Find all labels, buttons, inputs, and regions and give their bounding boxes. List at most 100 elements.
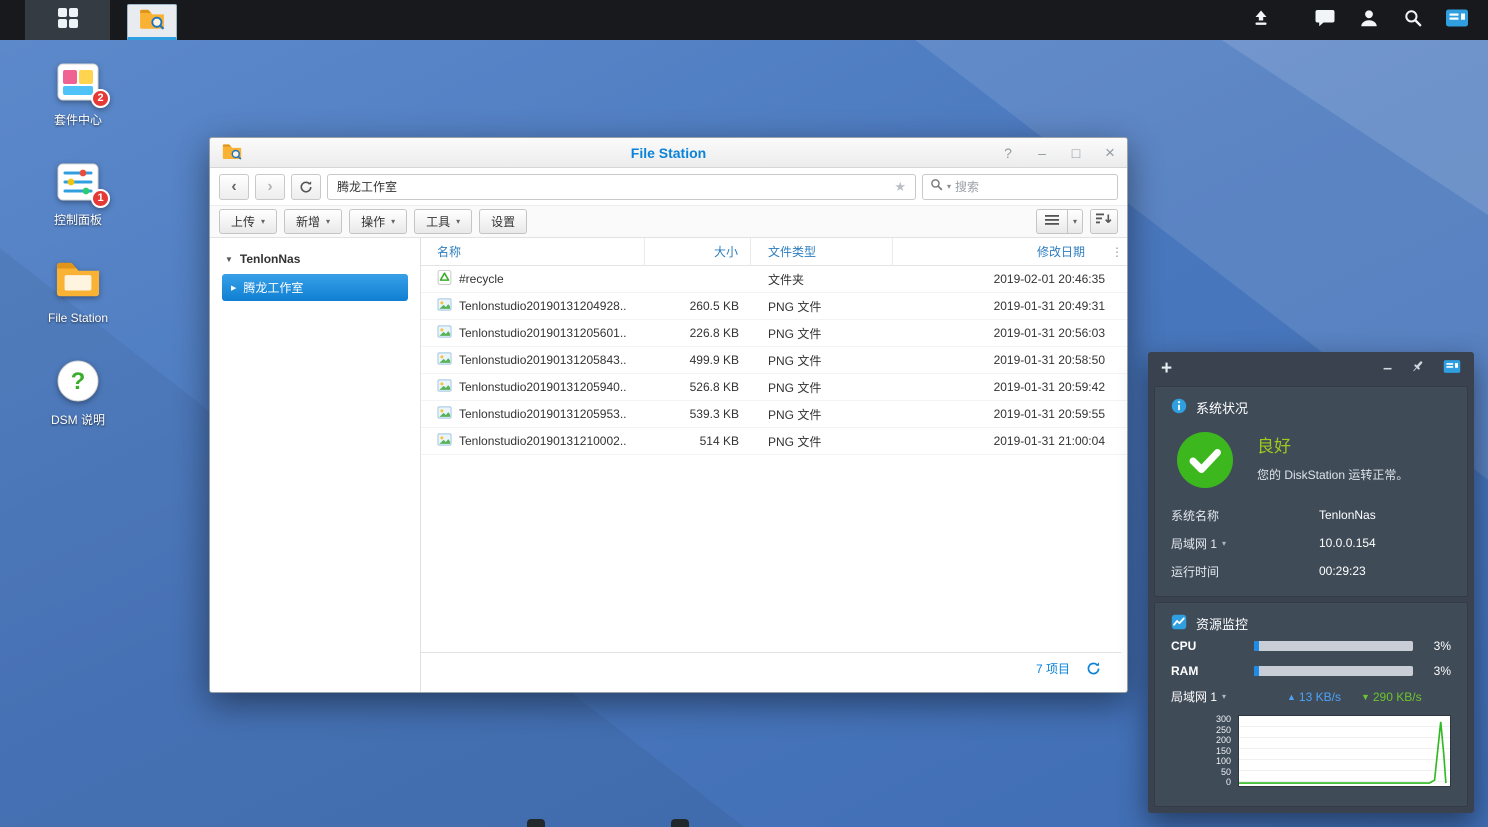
address-path-field[interactable]: 腾龙工作室 ★ <box>327 174 916 200</box>
cell-date: 2019-02-01 20:46:35 <box>893 272 1127 286</box>
cell-size: 260.5 KB <box>645 299 751 313</box>
widgets-panel-icon <box>1445 8 1469 33</box>
add-widget-icon[interactable]: + <box>1161 358 1172 380</box>
favorite-star-icon[interactable]: ★ <box>894 179 906 195</box>
file-name: #recycle <box>459 272 504 286</box>
main-menu-button[interactable] <box>25 0 110 40</box>
notifications-button[interactable] <box>1303 0 1347 40</box>
maximize-icon[interactable]: □ <box>1069 145 1083 161</box>
file-station-icon <box>222 143 242 165</box>
table-row[interactable]: #recycle 文件夹 2019-02-01 20:46:35 <box>421 266 1127 293</box>
health-status-block: 良好 您的 DiskStation 运转正常。 <box>1177 432 1451 493</box>
settings-button[interactable]: 设置 <box>479 209 527 234</box>
user-icon <box>1359 8 1379 33</box>
resource-monitor-title-row[interactable]: 资源监控 <box>1171 614 1451 633</box>
tools-button[interactable]: 工具 ▾ <box>414 209 472 234</box>
window-controls: ? – □ × <box>1001 138 1117 168</box>
cell-date: 2019-01-31 20:58:50 <box>893 353 1127 367</box>
window-titlebar[interactable]: File Station ? – □ × <box>210 138 1127 168</box>
table-row[interactable]: Tenlonstudio20190131205843.. 499.9 KB PN… <box>421 347 1127 374</box>
widgets-header: + – <box>1148 352 1474 386</box>
desktop-icon-control-panel[interactable]: 1 控制面板 <box>36 158 120 228</box>
search-box: ▾ <box>922 174 1118 200</box>
lan-traffic-row: 局域网 1 ▾ ▲ 13 KB/s ▼ 290 KB/s <box>1171 683 1451 710</box>
button-label: 新增 <box>296 213 320 230</box>
field-label: 运行时间 <box>1171 563 1219 580</box>
search-button[interactable] <box>1391 0 1435 40</box>
help-icon[interactable]: ? <box>1001 145 1015 161</box>
cell-name: Tenlonstudio20190131205843.. <box>421 351 645 369</box>
dropdown-caret-icon: ▾ <box>391 217 395 226</box>
tree-item-shared-folder[interactable]: ▶ 腾龙工作室 <box>222 274 408 301</box>
search-icon <box>930 178 943 196</box>
cell-size: 539.3 KB <box>645 407 751 421</box>
column-options-icon[interactable]: ⋮ <box>1107 245 1127 259</box>
pin-icon[interactable] <box>1410 359 1425 379</box>
cell-date: 2019-01-31 20:49:31 <box>893 299 1127 313</box>
desktop-icon-package-center[interactable]: 2 套件中心 <box>36 58 120 128</box>
action-button[interactable]: 操作 ▾ <box>349 209 407 234</box>
tree-root-tenlonnas[interactable]: ▼ TenlonNas <box>210 247 420 271</box>
widgets-toggle-button[interactable] <box>1435 0 1479 40</box>
widget-title: 资源监控 <box>1196 614 1248 633</box>
table-row[interactable]: Tenlonstudio20190131205940.. 526.8 KB PN… <box>421 374 1127 401</box>
back-button[interactable]: ‹ <box>219 174 249 200</box>
system-health-title-row[interactable]: 系统状况 <box>1171 398 1451 417</box>
table-header: 名称 大小 文件类型 修改日期 ⋮ <box>421 238 1127 266</box>
cell-name: #recycle <box>421 270 645 288</box>
health-fields: 系统名称 TenlonNas 局域网 1▾ 10.0.0.154 运行时间 00… <box>1171 501 1451 585</box>
cell-type: PNG 文件 <box>751 433 893 450</box>
refresh-icon[interactable] <box>1086 661 1101 676</box>
eject-external-device-button[interactable] <box>1239 0 1283 40</box>
chat-bubble-icon <box>1314 8 1336 33</box>
dock-panel-icon[interactable] <box>1443 359 1461 379</box>
minimize-icon[interactable]: – <box>1035 145 1049 161</box>
desktop-icon-label: 套件中心 <box>36 111 120 128</box>
search-scope-caret-icon[interactable]: ▾ <box>947 182 951 191</box>
cell-type: PNG 文件 <box>751 379 893 396</box>
taskbar <box>0 0 1488 40</box>
tree-expand-icon[interactable]: ▼ <box>225 255 233 264</box>
dropdown-caret-icon[interactable]: ▾ <box>1222 539 1226 548</box>
tree-collapse-icon[interactable]: ▶ <box>231 284 236 292</box>
field-value: TenlonNas <box>1319 508 1376 522</box>
refresh-button[interactable] <box>291 174 321 200</box>
window-body: ▼ TenlonNas ▶ 腾龙工作室 名称 大小 文件类型 修改日期 ⋮ #r… <box>210 238 1127 692</box>
column-header-name[interactable]: 名称 <box>421 238 645 265</box>
field-row: 局域网 1▾ 10.0.0.154 <box>1171 529 1451 557</box>
close-icon[interactable]: × <box>1103 143 1117 163</box>
button-label: 工具 <box>426 213 450 230</box>
cropped-desktop-icon <box>671 819 689 827</box>
column-header-type[interactable]: 文件类型 <box>751 238 893 265</box>
desktop-icon-label: File Station <box>36 311 120 325</box>
table-row[interactable]: Tenlonstudio20190131205953.. 539.3 KB PN… <box>421 401 1127 428</box>
table-row[interactable]: Tenlonstudio20190131210002.. 514 KB PNG … <box>421 428 1127 455</box>
sort-button[interactable] <box>1090 209 1118 234</box>
table-row[interactable]: Tenlonstudio20190131204928.. 260.5 KB PN… <box>421 293 1127 320</box>
upload-speed: ▲ 13 KB/s <box>1287 690 1341 704</box>
cpu-progress-fill <box>1254 641 1259 651</box>
lan-label-group[interactable]: 局域网 1 ▾ <box>1171 688 1271 705</box>
create-button[interactable]: 新增 ▾ <box>284 209 342 234</box>
upload-button[interactable]: 上传 ▾ <box>219 209 277 234</box>
desktop-icon-file-station[interactable]: File Station <box>36 258 120 325</box>
list-view-icon <box>1045 213 1059 231</box>
column-header-size[interactable]: 大小 <box>645 238 751 265</box>
widgets-body: 系统状况 良好 您的 DiskStation 运转正常。 系统名称 Tenlon… <box>1148 386 1474 813</box>
table-row[interactable]: Tenlonstudio20190131205601.. 226.8 KB PN… <box>421 320 1127 347</box>
forward-button[interactable]: › <box>255 174 285 200</box>
view-mode-caret-icon[interactable]: ▾ <box>1067 209 1083 234</box>
collapse-widgets-icon[interactable]: – <box>1383 360 1392 378</box>
badge-count: 2 <box>91 89 110 108</box>
user-menu-button[interactable] <box>1347 0 1391 40</box>
ram-usage-row: RAM 3% <box>1171 658 1451 683</box>
search-input[interactable] <box>955 180 1110 194</box>
ram-label: RAM <box>1171 664 1254 678</box>
column-header-date[interactable]: 修改日期 <box>893 238 1107 265</box>
desktop-icon-dsm-help[interactable]: ? DSM 说明 <box>36 358 120 428</box>
cell-size: 499.9 KB <box>645 353 751 367</box>
y-tick: 300 <box>1216 715 1231 724</box>
taskbar-file-station-button[interactable] <box>127 4 177 40</box>
list-view-button[interactable] <box>1036 209 1067 234</box>
status-bar: 7 项目 <box>421 652 1121 684</box>
